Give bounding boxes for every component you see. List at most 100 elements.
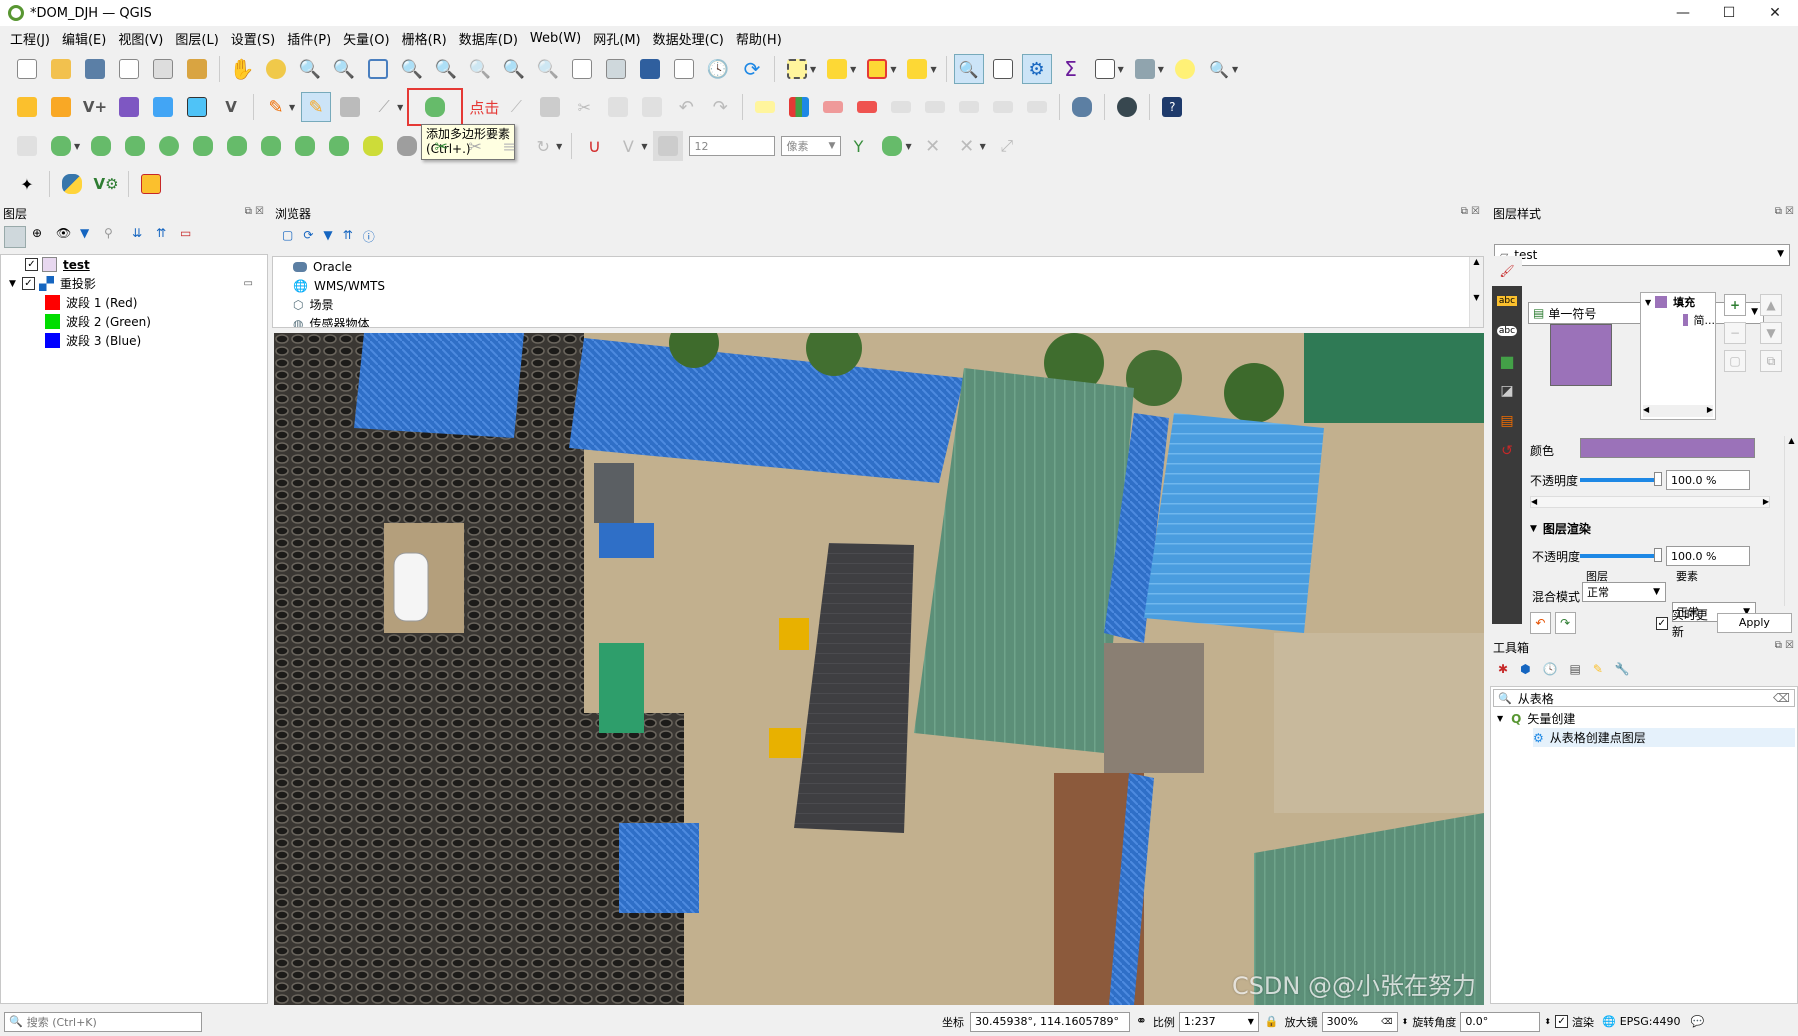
zoom-last-button[interactable]: 🔍 [499, 54, 529, 84]
add-ring-button[interactable] [154, 131, 184, 161]
add-part-button[interactable] [188, 131, 218, 161]
lock-symbol-layer-button[interactable]: ▢ [1724, 350, 1746, 372]
clear-search-icon[interactable]: ⌫ [1773, 691, 1790, 705]
select-location-button[interactable] [902, 54, 932, 84]
tab-symbology[interactable]: 🖌 [1492, 256, 1522, 286]
python-console-button[interactable] [57, 169, 87, 199]
opacity-input[interactable]: 100.0 % [1666, 470, 1750, 490]
zoom-out-button[interactable]: 🔍 [329, 54, 359, 84]
symbol-item-simple[interactable]: 简... [1641, 311, 1715, 329]
scale-select[interactable]: 1:237 ▼ [1178, 1011, 1259, 1032]
add-polygon-feature-button[interactable] [407, 88, 464, 126]
crs-globe-icon[interactable]: 🌐 [1602, 1015, 1616, 1028]
color-button[interactable] [1580, 438, 1755, 458]
toolbox-search-input[interactable]: 🔍 从表格 ⌫ [1493, 689, 1795, 707]
snap-unit-select[interactable]: 像素 ▼ [781, 136, 842, 156]
history-clock-icon[interactable]: 🕓 [1543, 662, 1558, 676]
apply-button[interactable]: Apply [1716, 613, 1792, 633]
move-label-button[interactable] [886, 92, 916, 122]
topological-editing-button[interactable]: Y [843, 131, 873, 161]
database-button[interactable] [1067, 92, 1097, 122]
layer-indicator-icon[interactable]: ▭ [244, 278, 253, 289]
menu-view[interactable]: 视图(V) [112, 29, 169, 48]
messages-icon[interactable]: 💬 [1691, 1015, 1705, 1028]
digitize-segment-button[interactable]: ⟋ [369, 92, 399, 122]
visibility-eye-icon[interactable]: 👁 [56, 226, 74, 246]
render-checkbox[interactable]: ✓ [1555, 1015, 1569, 1028]
add-symbol-layer-button[interactable]: + [1724, 294, 1746, 316]
rotation-spin[interactable]: ⬍ [1544, 1017, 1551, 1026]
panel-float-close[interactable]: ⧉ ☒ [1775, 640, 1794, 651]
layer-item[interactable]: ✓ test [1, 255, 267, 274]
models-icon[interactable]: ✱ [1498, 662, 1508, 676]
save-project-button[interactable] [80, 54, 110, 84]
label-tool-button[interactable] [750, 92, 780, 122]
select-features-button[interactable] [782, 54, 812, 84]
redo-style-button[interactable]: ↷ [1554, 612, 1576, 634]
zoom-in-button[interactable]: 🔍 [295, 54, 325, 84]
new-virtual-layer-button[interactable] [148, 92, 178, 122]
delete-selected-button[interactable] [535, 92, 565, 122]
coord-toggle-icon[interactable]: ⚭ [1136, 1014, 1147, 1029]
annotation-button[interactable] [1170, 54, 1200, 84]
rotate-feature-button[interactable] [86, 131, 116, 161]
locator-button[interactable]: 🔍 [1204, 54, 1234, 84]
callout-button[interactable] [1022, 92, 1052, 122]
select-by-value-button[interactable] [822, 54, 852, 84]
split-features-button[interactable]: ✂ [426, 131, 456, 161]
menu-raster[interactable]: 栅格(R) [396, 29, 453, 48]
snap-intersection-button[interactable] [877, 131, 907, 161]
vertex-tool-button[interactable]: ⟋ [501, 92, 531, 122]
filter-icon[interactable]: ▼ [323, 228, 332, 245]
tab-fields[interactable]: ▤ [1492, 406, 1522, 436]
layout-manager-button[interactable] [148, 54, 178, 84]
menu-vector[interactable]: 矢量(O) [337, 29, 395, 48]
collapse-icon[interactable]: ⇈ [343, 228, 353, 245]
map-canvas[interactable]: CSDN @@小张在努力 [274, 333, 1484, 1005]
duplicate-button[interactable]: ⧉ [1760, 350, 1782, 372]
show-hide-labels-button[interactable] [852, 92, 882, 122]
blend-layer-select[interactable]: 正常 ▼ [1582, 582, 1666, 602]
browser-item-scene[interactable]: ⬡ 场景 [273, 295, 1483, 314]
symbol-tree-hscroll[interactable]: ◀ ▶ [1643, 405, 1713, 417]
simplify-feature-button[interactable] [120, 131, 150, 161]
help-button[interactable]: ? [1157, 92, 1187, 122]
snap-type-button[interactable] [653, 131, 684, 161]
collapse-all-icon[interactable]: ⇈ [156, 226, 174, 246]
offset-curve-button[interactable] [358, 131, 388, 161]
move-up-button[interactable]: ▲ [1760, 294, 1782, 316]
menu-settings[interactable]: 设置(S) [225, 29, 281, 48]
layer-checkbox[interactable]: ✓ [25, 258, 38, 271]
tracing-button[interactable]: ✕ [952, 131, 982, 161]
delete-ring-button[interactable] [256, 131, 286, 161]
browser-scrollbar[interactable]: ▲ ▼ [1469, 257, 1483, 327]
plugin-bear-button[interactable] [1112, 92, 1142, 122]
browser-item-sensor[interactable]: ◍ 传感器物体 [273, 314, 1483, 328]
layer-style-icon[interactable] [4, 226, 26, 248]
new-bookmark-button[interactable] [635, 54, 665, 84]
lock-scale-icon[interactable]: 🔒 [1265, 1015, 1279, 1028]
paste-features-button[interactable] [637, 92, 667, 122]
filter-expression-icon[interactable]: ⚲ [104, 226, 126, 246]
layer-rendering-header[interactable]: ▼ 图层渲染 [1530, 520, 1591, 537]
redo-button[interactable]: ↷ [705, 92, 735, 122]
menu-project[interactable]: 工程(J) [4, 29, 56, 48]
remove-symbol-layer-button[interactable]: − [1724, 322, 1746, 344]
layer-select[interactable]: ▱ test ▼ [1494, 244, 1790, 266]
rotation-input[interactable]: 0.0° [1460, 1011, 1541, 1032]
locator-search-input[interactable]: 🔍 搜索 (Ctrl+K) [4, 1011, 202, 1032]
panel-float-close[interactable]: ⧉ ☒ [1461, 206, 1480, 217]
layer-item[interactable]: ▼ ✓ 重投影 ▭ [1, 274, 267, 293]
new-print-layout-button[interactable] [114, 54, 144, 84]
statistics-button[interactable]: Σ [1056, 54, 1086, 84]
label-props-button[interactable] [988, 92, 1018, 122]
menu-processing[interactable]: 数据处理(C) [647, 29, 730, 48]
toolbox-group-vector-creation[interactable]: ▼ Q 矢量创建 [1497, 709, 1575, 728]
tab-labels[interactable]: abc [1492, 286, 1522, 316]
expand-all-icon[interactable]: ⇊ [132, 226, 150, 246]
undo-style-button[interactable]: ↶ [1530, 612, 1551, 634]
new-geopackage-button[interactable] [46, 92, 76, 122]
new-map-view-button[interactable] [567, 54, 597, 84]
panel-float-close[interactable]: ⧉ ☒ [1775, 206, 1794, 217]
reshape-button[interactable] [324, 131, 354, 161]
